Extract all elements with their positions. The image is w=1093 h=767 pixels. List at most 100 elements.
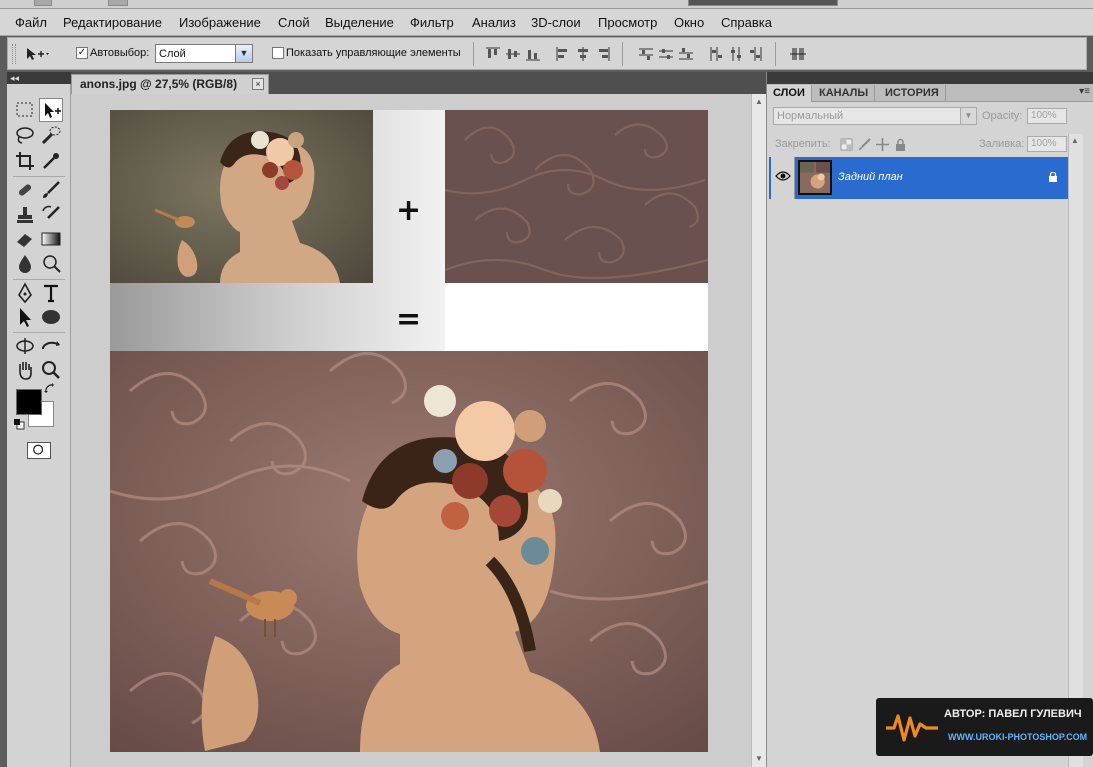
lock-pixels-icon[interactable] — [858, 138, 871, 151]
strip-block — [34, 0, 52, 6]
eraser-tool-icon[interactable] — [13, 227, 37, 251]
divider — [13, 176, 65, 177]
align-top-icon[interactable] — [485, 46, 501, 62]
path-select-tool-icon[interactable] — [13, 305, 37, 329]
chevron-down-icon: ▼ — [235, 45, 252, 62]
menu-filter[interactable]: Фильтр — [410, 15, 454, 30]
autoselect-checkbox[interactable]: ✓ — [76, 47, 88, 59]
fill-field[interactable]: 100% — [1027, 136, 1067, 152]
align-left-icon[interactable] — [555, 46, 571, 62]
watermark-author: АВТОР: ПАВЕЛ ГУЛЕВИЧ — [944, 708, 1082, 720]
menu-image[interactable]: Изображение — [179, 15, 261, 30]
document-canvas[interactable]: + = — [110, 110, 708, 752]
watermark-url: WWW.UROKI-PHOTOSHOP.COM — [948, 732, 1088, 742]
panel-menu-icon[interactable]: ▾≡ — [1079, 86, 1090, 97]
canvas-vertical-scrollbar[interactable]: ▲ ▼ — [751, 94, 766, 767]
3d-rotate-tool-icon[interactable] — [13, 334, 37, 358]
menu-view[interactable]: Просмотр — [598, 15, 657, 30]
lock-all-icon[interactable] — [894, 138, 907, 151]
blend-mode-dropdown[interactable]: Нормальный ▼ — [773, 107, 977, 125]
zoom-tool-icon[interactable] — [39, 358, 63, 382]
source-portrait-image — [110, 110, 373, 283]
panel-header[interactable] — [767, 72, 1093, 84]
move-tool-icon[interactable] — [39, 98, 63, 122]
close-icon[interactable]: × — [252, 78, 264, 90]
menu-analysis[interactable]: Анализ — [472, 15, 516, 30]
distribute-vcenter-icon[interactable] — [658, 46, 674, 62]
dodge-tool-icon[interactable] — [39, 252, 63, 276]
ellipse-tool-icon[interactable] — [39, 305, 63, 329]
blur-tool-icon[interactable] — [13, 252, 37, 276]
hand-tool-icon[interactable] — [13, 358, 37, 382]
divider — [13, 332, 65, 333]
autoselect-dropdown[interactable]: Слой ▼ — [155, 44, 253, 63]
document-tab-bar: anons.jpg @ 27,5% (RGB/8) × — [71, 72, 766, 94]
swap-colors-icon[interactable] — [43, 382, 57, 396]
show-controls-label: Показать управляющие элементы — [286, 47, 461, 59]
menu-window[interactable]: Окно — [674, 15, 704, 30]
scroll-up-icon[interactable]: ▲ — [754, 97, 764, 107]
align-right-icon[interactable] — [595, 46, 611, 62]
divider — [13, 279, 65, 280]
auto-align-icon[interactable] — [790, 46, 806, 62]
clone-stamp-tool-icon[interactable] — [13, 203, 37, 227]
distribute-left-icon[interactable] — [708, 46, 724, 62]
menu-help[interactable]: Справка — [721, 15, 772, 30]
3d-orbit-tool-icon[interactable] — [39, 334, 63, 358]
menu-bar: Файл Редактирование Изображение Слой Выд… — [0, 9, 1093, 36]
pen-tool-icon[interactable] — [13, 281, 37, 305]
brush-tool-icon[interactable] — [39, 178, 63, 202]
marquee-tool-icon[interactable] — [13, 98, 37, 122]
options-grip[interactable] — [12, 44, 16, 64]
layers-scrollbar[interactable]: ▲ — [1068, 134, 1083, 767]
distribute-right-icon[interactable] — [748, 46, 764, 62]
toolbox-header[interactable]: ◂◂ — [7, 72, 71, 84]
move-tool-preset-icon[interactable] — [25, 46, 51, 62]
separator — [473, 42, 474, 66]
layers-panel: СЛОИ КАНАЛЫ ИСТОРИЯ ▾≡ Нормальный ▼ Opac… — [766, 72, 1093, 767]
menu-edit[interactable]: Редактирование — [63, 15, 162, 30]
align-hcenter-icon[interactable] — [575, 46, 591, 62]
menu-layer[interactable]: Слой — [278, 15, 310, 30]
layer-visibility-toggle[interactable] — [771, 157, 795, 199]
lock-position-icon[interactable] — [876, 138, 889, 151]
menu-file[interactable]: Файл — [15, 15, 47, 30]
crop-tool-icon[interactable] — [13, 149, 37, 173]
default-colors-icon[interactable] — [13, 418, 25, 430]
document-title: anons.jpg @ 27,5% (RGB/8) — [80, 77, 238, 91]
gradient-tool-icon[interactable] — [39, 227, 63, 251]
separator — [775, 42, 776, 66]
toolbox: ◂◂ — [7, 72, 71, 767]
healing-brush-tool-icon[interactable] — [13, 178, 37, 202]
quick-mask-icon[interactable] — [27, 442, 51, 459]
eyedropper-tool-icon[interactable] — [39, 149, 63, 173]
lock-label: Закрепить: — [775, 138, 831, 150]
opacity-field[interactable]: 100% — [1027, 108, 1067, 124]
align-vcenter-icon[interactable] — [505, 46, 521, 62]
type-tool-icon[interactable] — [39, 281, 63, 305]
menu-select[interactable]: Выделение — [325, 15, 394, 30]
document-tab[interactable]: anons.jpg @ 27,5% (RGB/8) × — [71, 74, 269, 94]
distribute-hcenter-icon[interactable] — [728, 46, 744, 62]
author-watermark: АВТОР: ПАВЕЛ ГУЛЕВИЧ WWW.UROKI-PHOTOSHOP… — [876, 698, 1093, 756]
distribute-bottom-icon[interactable] — [678, 46, 694, 62]
chevron-down-icon: ▼ — [960, 108, 976, 124]
foreground-color-swatch[interactable] — [16, 389, 42, 415]
lock-transparency-icon[interactable] — [840, 138, 853, 151]
align-bottom-icon[interactable] — [525, 46, 541, 62]
scroll-down-icon[interactable]: ▼ — [754, 754, 764, 764]
scroll-up-icon[interactable]: ▲ — [1071, 136, 1079, 145]
texture-image — [445, 110, 708, 283]
tab-history[interactable]: ИСТОРИЯ — [879, 85, 946, 102]
tab-layers[interactable]: СЛОИ — [767, 85, 812, 102]
layer-row[interactable]: Задний план — [769, 157, 1068, 199]
window-top-strip — [0, 0, 1093, 9]
layer-name: Задний план — [838, 171, 903, 183]
tab-channels[interactable]: КАНАЛЫ — [813, 85, 876, 102]
show-controls-checkbox[interactable] — [272, 47, 284, 59]
distribute-top-icon[interactable] — [638, 46, 654, 62]
lasso-tool-icon[interactable] — [13, 124, 37, 148]
quick-select-tool-icon[interactable] — [39, 124, 63, 148]
history-brush-tool-icon[interactable] — [39, 203, 63, 227]
menu-3d[interactable]: 3D-слои — [531, 15, 581, 30]
